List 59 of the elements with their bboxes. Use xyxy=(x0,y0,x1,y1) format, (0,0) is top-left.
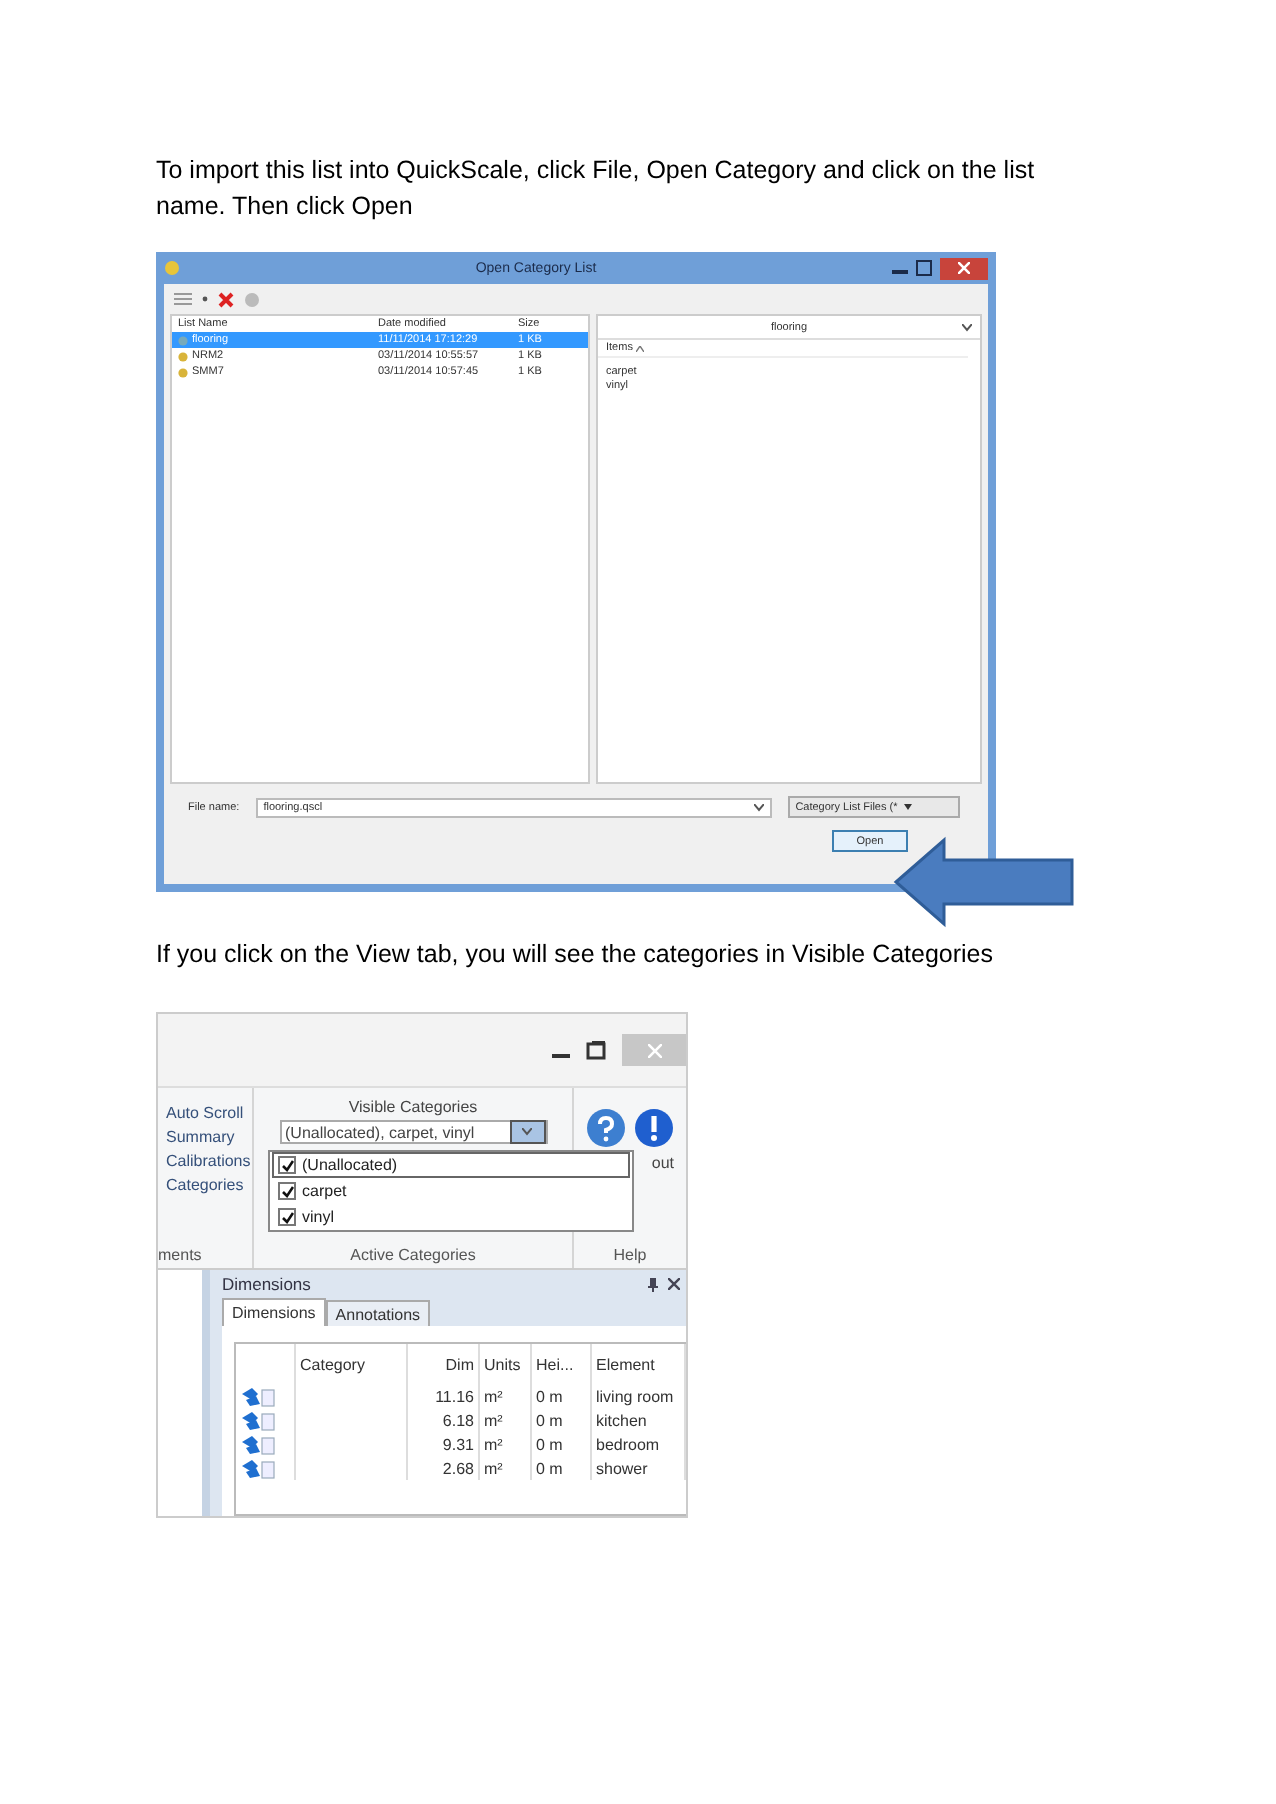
ribbon-item[interactable]: Calibrations xyxy=(166,1152,252,1170)
group-label: ments xyxy=(158,1245,202,1263)
column-header[interactable]: Element xyxy=(592,1344,686,1384)
shapes-icon xyxy=(240,1409,276,1431)
table-cell: kitchen xyxy=(592,1408,686,1432)
table-cell: 0 m xyxy=(532,1408,592,1432)
group-label: Active Categories xyxy=(350,1245,476,1263)
dropdown-option[interactable]: vinyl xyxy=(272,1204,630,1230)
restore-icon[interactable] xyxy=(586,1040,606,1060)
column-header[interactable]: Dim xyxy=(408,1344,480,1384)
table-cell: m² xyxy=(480,1384,532,1408)
shapes-icon xyxy=(240,1457,276,1479)
instruction-text: To import this list into QuickScale, click File, Open Category and click on the list name. Then click Open xyxy=(156,154,1037,224)
shapes-icon xyxy=(240,1385,276,1407)
table-cell: 6.18 xyxy=(408,1408,480,1432)
sort-icon xyxy=(636,345,645,351)
delete-icon[interactable] xyxy=(218,291,234,307)
ribbon-item[interactable]: out xyxy=(651,1154,674,1172)
table-cell: m² xyxy=(480,1432,532,1456)
pin-icon[interactable] xyxy=(648,1277,658,1291)
checkbox[interactable] xyxy=(278,1208,296,1226)
close-icon xyxy=(647,1043,661,1057)
table-cell: m² xyxy=(480,1408,532,1432)
table-cell: shower xyxy=(592,1456,686,1480)
close-button[interactable] xyxy=(940,257,988,279)
table-cell: bedroom xyxy=(592,1432,686,1456)
column-header[interactable]: Category xyxy=(296,1344,408,1384)
table-cell: 2.68 xyxy=(408,1456,480,1480)
table-cell: 11.16 xyxy=(408,1384,480,1408)
help-icon[interactable] xyxy=(586,1108,626,1148)
instruction-text: If you click on the View tab, you will see the categories in Visible Categories xyxy=(156,938,996,972)
ribbon-item[interactable]: Auto Scroll xyxy=(166,1104,252,1122)
info-icon[interactable] xyxy=(634,1108,674,1148)
table-cell: living room xyxy=(592,1384,686,1408)
checkbox[interactable] xyxy=(278,1156,296,1174)
table-cell: m² xyxy=(480,1456,532,1480)
ribbon-item[interactable]: Categories xyxy=(166,1176,252,1194)
ribbon-item[interactable]: Summary xyxy=(166,1128,252,1146)
table-cell: 9.31 xyxy=(408,1432,480,1456)
column-header[interactable]: Hei... xyxy=(532,1344,592,1384)
dropdown-option[interactable]: carpet xyxy=(272,1178,630,1204)
table-cell: 0 m xyxy=(532,1456,592,1480)
dropdown-option[interactable]: (Unallocated) xyxy=(272,1152,630,1178)
checkbox[interactable] xyxy=(278,1182,296,1200)
app-icon xyxy=(164,260,180,276)
panel-title: Dimensions xyxy=(222,1274,311,1294)
categories-dropdown[interactable]: (Unallocated), carpet, vinyl xyxy=(279,1120,547,1144)
shapes-icon xyxy=(240,1433,276,1455)
column-header[interactable]: Units xyxy=(480,1344,532,1384)
arrow-icon xyxy=(892,836,1076,928)
close-icon xyxy=(958,262,970,274)
group-title: Visible Categories xyxy=(348,1098,478,1116)
close-icon[interactable] xyxy=(668,1278,680,1290)
table-cell: 0 m xyxy=(532,1384,592,1408)
group-label: Help xyxy=(613,1245,647,1263)
maximize-icon[interactable] xyxy=(916,260,932,276)
tab[interactable]: Annotations xyxy=(325,1300,431,1326)
table-cell: 0 m xyxy=(532,1432,592,1456)
tab[interactable]: Dimensions xyxy=(222,1298,326,1326)
